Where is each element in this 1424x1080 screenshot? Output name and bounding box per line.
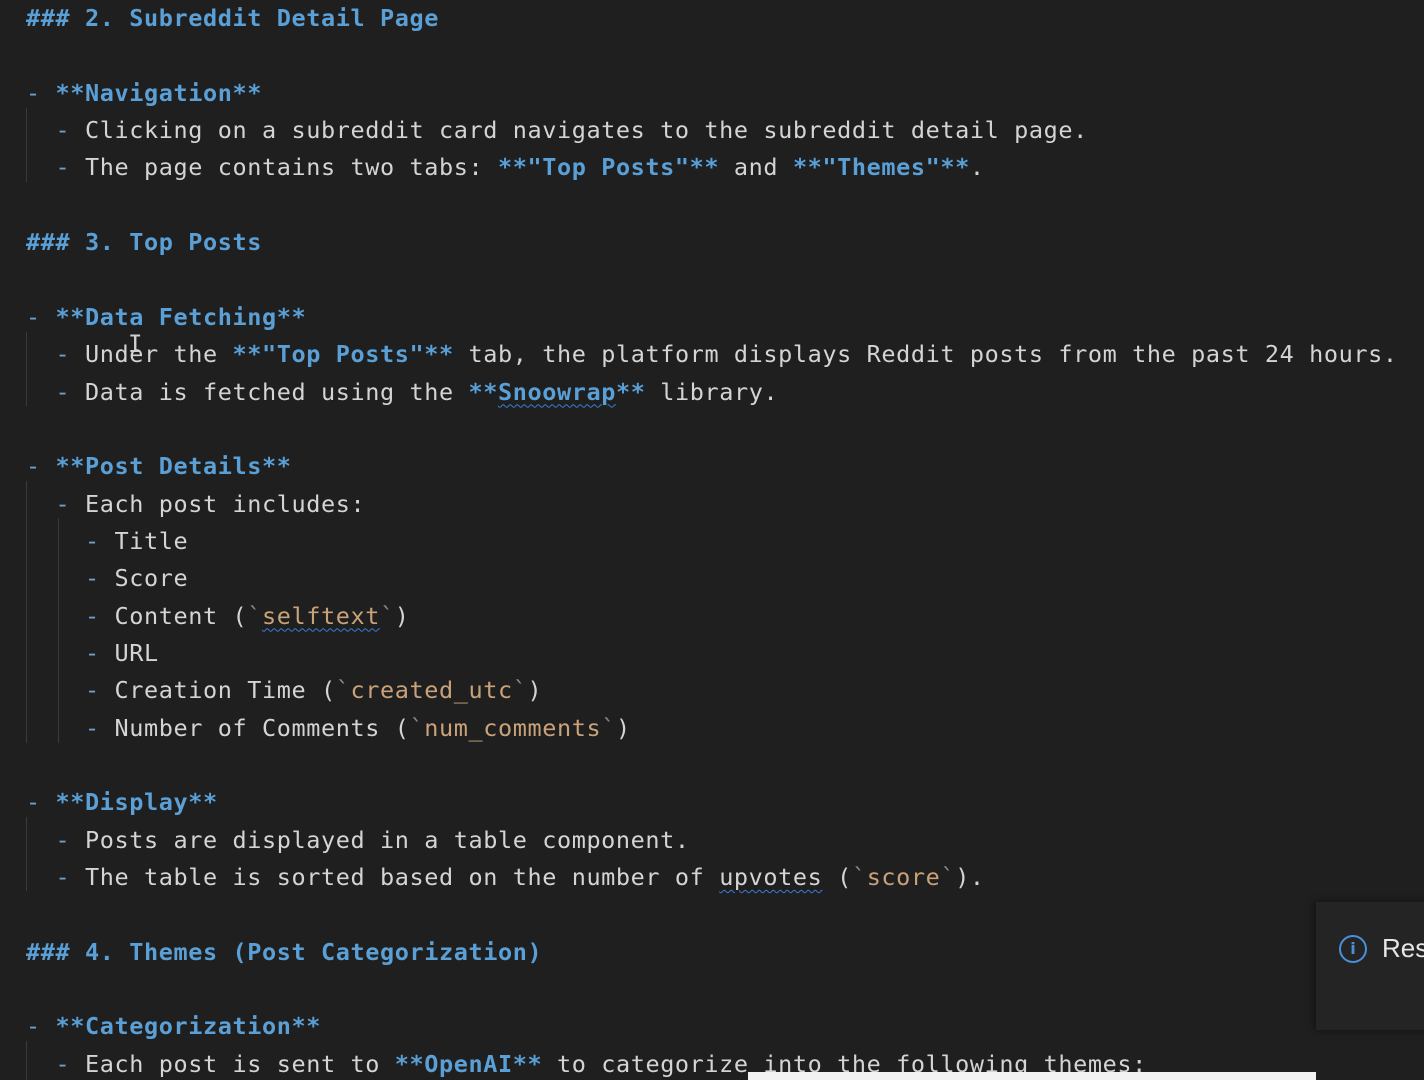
line-token: ` xyxy=(940,863,956,892)
line-token: - xyxy=(26,676,115,705)
text-cursor-icon: I xyxy=(128,330,143,358)
line-token: tab, the platform displays Reddit posts … xyxy=(453,340,1398,369)
line-token: - xyxy=(26,78,56,107)
editor-line[interactable]: ### 3. Top Posts xyxy=(26,224,262,261)
notification-text: Res xyxy=(1382,933,1424,963)
line-token: Under the xyxy=(85,340,233,369)
editor-line[interactable]: - Each post includes: xyxy=(26,486,365,523)
line-token: **"Top Posts"** xyxy=(497,153,720,182)
line-token: The page contains two tabs: xyxy=(85,153,498,182)
line-token: . xyxy=(969,153,985,182)
line-token: ** xyxy=(615,377,646,406)
line-token: **Navigation** xyxy=(55,78,262,107)
editor-line[interactable]: - Posts are displayed in a table compone… xyxy=(26,822,690,859)
editor-line[interactable]: - Data is fetched using the **Snoowrap**… xyxy=(26,374,778,411)
editor-line[interactable]: - Score xyxy=(26,560,188,597)
line-token: URL xyxy=(114,638,159,667)
line-token: ` xyxy=(601,713,616,742)
editor-line[interactable]: - Clicking on a subreddit card navigates… xyxy=(26,112,1088,149)
editor-line[interactable]: - **Data Fetching** xyxy=(26,299,306,336)
line-token: Content ( xyxy=(114,601,248,630)
line-token: Clicking on a subreddit card navigates t… xyxy=(85,116,1088,145)
line-token: - xyxy=(26,788,56,817)
line-token: upvotes xyxy=(719,863,823,892)
line-token: Title xyxy=(114,526,189,555)
line-token: Snoowrap xyxy=(497,377,616,406)
editor-line[interactable]: - Under the **"Top Posts"** tab, the pla… xyxy=(26,336,1398,373)
line-token: Number of Comments ( xyxy=(114,713,410,742)
line-token: Creation Time ( xyxy=(114,676,336,705)
line-token: - xyxy=(26,638,115,667)
line-token: - xyxy=(26,1049,85,1078)
line-token: ) xyxy=(615,713,631,742)
line-token: **Post Details** xyxy=(55,452,292,481)
line-token: - xyxy=(26,302,56,331)
editor-line[interactable]: - The page contains two tabs: **"Top Pos… xyxy=(26,149,985,186)
line-token: ) xyxy=(527,676,543,705)
line-token: created_utc xyxy=(350,676,513,705)
editor-line[interactable]: ### 2. Subreddit Detail Page xyxy=(26,0,439,37)
line-token: - xyxy=(26,526,115,555)
markdown-editor[interactable]: ### 2. Subreddit Detail Page - **Navigati… xyxy=(0,0,1424,1080)
line-token: ). xyxy=(955,863,985,892)
suggestion-bar xyxy=(748,1072,1316,1080)
line-token: ` xyxy=(335,676,351,705)
editor-line[interactable]: - **Categorization** xyxy=(26,1008,321,1045)
line-token: **Categorization** xyxy=(55,1012,321,1041)
line-token: - xyxy=(26,452,56,481)
line-token: ` xyxy=(512,676,528,705)
editor-line[interactable]: ### 4. Themes (Post Categorization) xyxy=(26,934,542,971)
line-token: ( xyxy=(822,863,852,892)
line-token: Each post includes: xyxy=(85,489,366,518)
line-token: selftext xyxy=(261,601,380,630)
editor-line[interactable]: - Number of Comments (`num_comments`) xyxy=(26,710,631,747)
editor-line[interactable]: - Creation Time (`created_utc`) xyxy=(26,672,542,709)
editor-line[interactable]: - **Post Details** xyxy=(26,448,291,485)
line-token: - xyxy=(26,116,85,145)
line-token: **Display** xyxy=(55,788,218,817)
line-token: - xyxy=(26,489,85,518)
line-token: score xyxy=(866,863,941,892)
editor-line[interactable]: - URL xyxy=(26,635,159,672)
line-token: ### 3. Top Posts xyxy=(26,228,262,257)
line-token: **"Themes"** xyxy=(792,153,970,182)
line-token: num_comments xyxy=(424,713,602,742)
line-token: Score xyxy=(114,564,189,593)
line-token: - xyxy=(26,825,85,854)
line-token: - xyxy=(26,340,85,369)
line-token: **OpenAI** xyxy=(394,1049,543,1078)
line-token: - xyxy=(26,713,115,742)
line-token: The table is sorted based on the number … xyxy=(85,863,720,892)
editor-line[interactable]: - **Display** xyxy=(26,784,218,821)
line-token: Posts are displayed in a table component… xyxy=(85,825,690,854)
line-token: ** xyxy=(468,377,498,406)
line-token: Each post is sent to xyxy=(85,1049,395,1078)
line-token: ` xyxy=(379,601,395,630)
editor-line[interactable]: - The table is sorted based on the numbe… xyxy=(26,859,985,896)
line-token: ` xyxy=(247,601,262,630)
line-token: - xyxy=(26,564,115,593)
line-token: ) xyxy=(394,601,410,630)
info-icon: i xyxy=(1339,935,1367,963)
line-token: and xyxy=(719,153,793,182)
line-token: ` xyxy=(409,713,425,742)
editor-line[interactable]: - Title xyxy=(26,523,188,560)
line-token: - xyxy=(26,601,115,630)
line-token: - xyxy=(26,1012,56,1041)
editor-line[interactable]: - Content (`selftext`) xyxy=(26,598,409,635)
editor-line[interactable]: - **Navigation** xyxy=(26,75,262,112)
line-token: - xyxy=(26,153,85,182)
line-token: ` xyxy=(851,863,867,892)
line-token: library. xyxy=(645,377,779,406)
line-token: **"Top Posts"** xyxy=(232,340,454,369)
line-token: - xyxy=(26,863,85,892)
line-token: ### 4. Themes (Post Categorization) xyxy=(26,937,543,966)
notification-toast[interactable] xyxy=(1316,902,1424,1030)
line-token: - xyxy=(26,377,85,406)
line-token: ### 2. Subreddit Detail Page xyxy=(26,4,439,32)
line-token: **Data Fetching** xyxy=(55,302,307,331)
line-token: Data is fetched using the xyxy=(85,377,469,406)
